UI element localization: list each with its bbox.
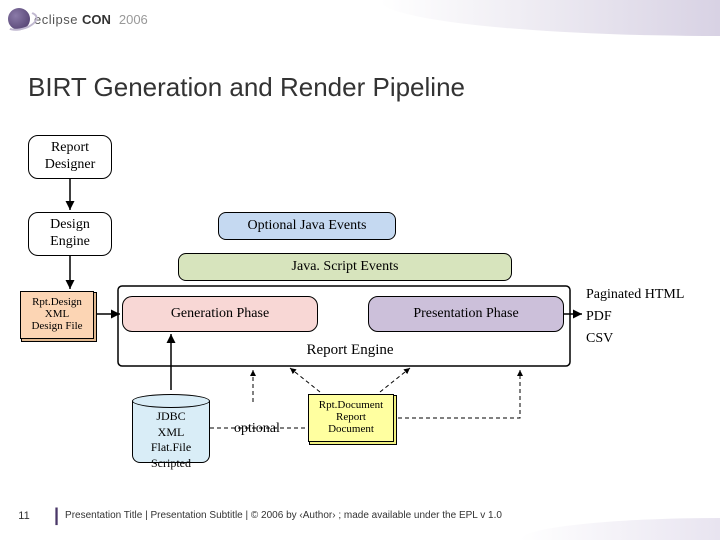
node-design-engine: Design Engine: [28, 212, 112, 256]
header-swoosh: [380, 0, 720, 36]
footer-text: Presentation Title | Presentation Subtit…: [65, 510, 502, 521]
doc-rpt-design-label: Rpt.Design XML Design File: [31, 296, 82, 332]
cylinder-datasources-label: JDBC XML Flat.File Scripted: [151, 409, 191, 470]
node-report-engine-label: Report Engine: [270, 342, 430, 359]
doc-rpt-design: Rpt.Design XML Design File: [20, 291, 94, 339]
page-title: BIRT Generation and Render Pipeline: [28, 72, 465, 103]
footer-divider-icon: |: [54, 505, 59, 526]
node-js-events-label: Java. Script Events: [292, 259, 399, 276]
brand-prefix: eclipse: [34, 12, 78, 27]
node-presentation-phase-label: Presentation Phase: [413, 306, 518, 323]
doc-rpt-document-label: Rpt.Document Report Document: [319, 399, 383, 435]
optional-label: optional: [234, 421, 280, 437]
page-number: 11: [0, 510, 48, 522]
brand-year: 2006: [119, 12, 148, 27]
eclipse-logo-icon: [8, 8, 30, 30]
node-java-events: Optional Java Events: [218, 212, 396, 240]
node-report-designer-label: Report Designer: [45, 140, 96, 174]
doc-rpt-document: Rpt.Document Report Document: [308, 394, 394, 442]
brand-suffix: CON: [82, 12, 111, 27]
node-java-events-label: Optional Java Events: [248, 218, 367, 235]
node-report-designer: Report Designer: [28, 135, 112, 179]
output-pdf: PDF: [586, 309, 612, 325]
output-html: Paginated HTML: [586, 287, 684, 303]
footer: 11 | Presentation Title | Presentation S…: [0, 505, 720, 526]
node-js-events: Java. Script Events: [178, 253, 512, 281]
node-generation-phase-label: Generation Phase: [171, 306, 269, 323]
node-presentation-phase: Presentation Phase: [368, 296, 564, 332]
cylinder-datasources: JDBC XML Flat.File Scripted: [132, 394, 210, 463]
node-generation-phase: Generation Phase: [122, 296, 318, 332]
header: eclipse CON 2006: [8, 8, 148, 30]
node-design-engine-label: Design Engine: [50, 217, 90, 251]
output-csv: CSV: [586, 331, 613, 347]
